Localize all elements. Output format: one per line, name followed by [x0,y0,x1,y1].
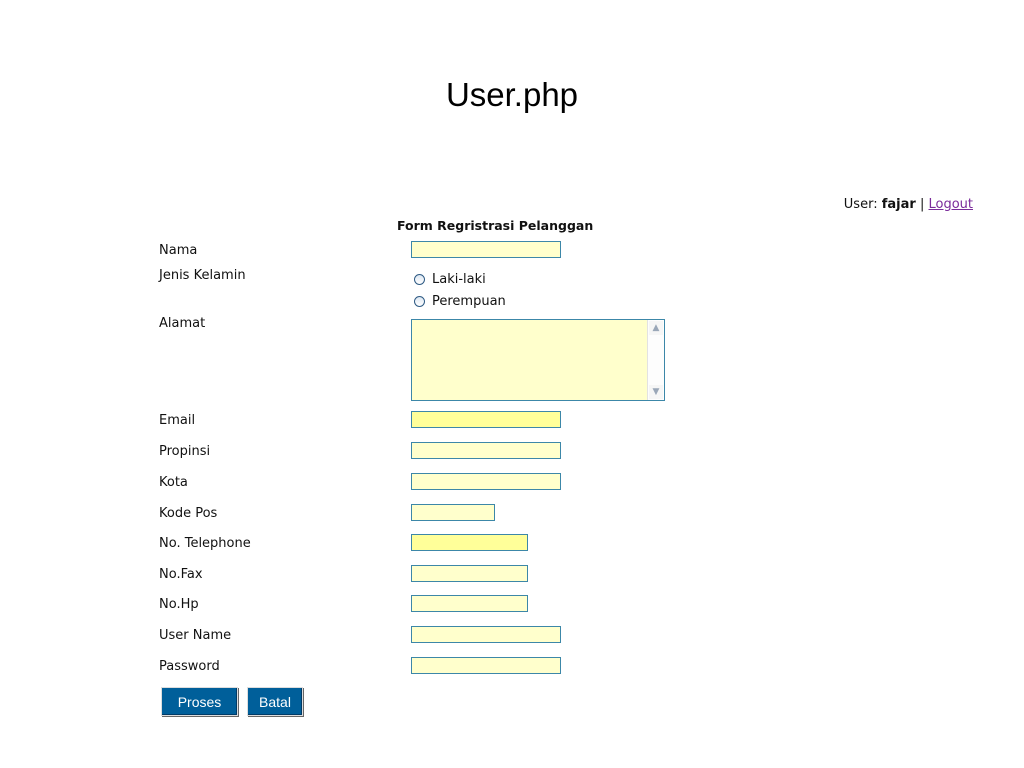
kode-pos-label: Kode Pos [159,506,218,521]
password-label: Password [159,659,220,674]
page-title: User.php [445,76,579,113]
alamat-textarea[interactable]: ▲ ▼ [411,319,665,401]
no-telephone-input[interactable] [411,534,528,551]
kode-pos-input[interactable] [411,504,495,521]
user-prefix: User: [843,197,878,212]
proses-button[interactable]: Proses [161,687,238,716]
radio-perempuan[interactable] [414,296,425,307]
user-name-input[interactable] [411,626,561,643]
userbar-separator: | [919,197,925,212]
kota-label: Kota [159,475,188,490]
no-hp-label: No.Hp [159,597,199,612]
gender-option-label: Laki-laki [432,272,486,287]
textarea-scrollbar[interactable]: ▲ ▼ [647,320,664,400]
propinsi-input[interactable] [411,442,561,459]
no-hp-input[interactable] [411,595,528,612]
scroll-down-arrow-icon[interactable]: ▼ [649,385,663,399]
email-input[interactable] [411,411,561,428]
user-bar: User: fajar | Logout [844,197,973,212]
gender-option-perempuan[interactable]: Perempuan [414,294,506,309]
gender-option-label: Perempuan [432,294,506,309]
gender-option-laki-laki[interactable]: Laki-laki [414,272,486,287]
kota-input[interactable] [411,473,561,490]
jenis-kelamin-label: Jenis Kelamin [159,268,246,283]
no-fax-input[interactable] [411,565,528,582]
password-input[interactable] [411,657,561,674]
username: fajar [881,197,916,212]
alamat-label: Alamat [159,316,206,331]
no-telephone-label: No. Telephone [159,536,251,551]
scroll-up-arrow-icon[interactable]: ▲ [649,321,663,335]
form-heading: Form Regristrasi Pelanggan [397,218,594,233]
nama-input[interactable] [411,241,561,258]
nama-label: Nama [159,243,198,258]
logout-link[interactable]: Logout [928,197,973,212]
propinsi-label: Propinsi [159,444,211,459]
user-name-label: User Name [159,628,232,643]
no-fax-label: No.Fax [159,567,203,582]
email-label: Email [159,413,196,428]
batal-button[interactable]: Batal [247,687,303,716]
radio-laki-laki[interactable] [414,274,425,285]
